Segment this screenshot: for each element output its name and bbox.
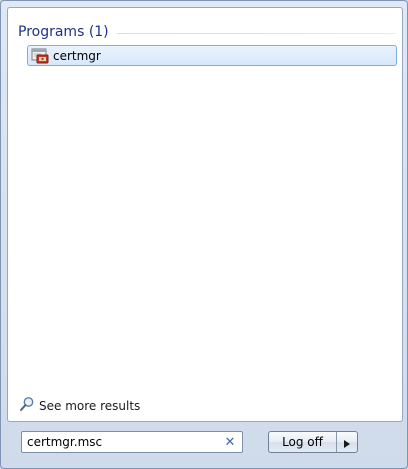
power-options-button[interactable] — [336, 432, 357, 452]
search-box: ✕ — [21, 431, 243, 453]
chevron-right-icon — [344, 433, 350, 452]
search-input[interactable] — [22, 433, 222, 451]
programs-group-header: Programs (1) — [18, 21, 396, 43]
group-divider — [116, 32, 396, 34]
start-menu: Programs (1) certmgr See more results ce… — [0, 0, 408, 469]
result-item-certmgr[interactable]: certmgr — [27, 45, 397, 66]
certificate-manager-icon — [31, 48, 49, 64]
group-title: Programs (1) — [18, 24, 109, 40]
search-results-pane: Programs (1) certmgr See more results — [7, 7, 403, 422]
see-more-results-link[interactable]: See more results — [19, 397, 140, 415]
result-item-label: certmgr — [53, 48, 101, 63]
see-more-results-label: See more results — [39, 399, 141, 413]
power-button-group: Log off — [268, 431, 358, 453]
search-icon — [19, 396, 35, 416]
log-off-button[interactable]: Log off — [269, 432, 336, 452]
clear-icon[interactable]: ✕ — [222, 434, 238, 450]
